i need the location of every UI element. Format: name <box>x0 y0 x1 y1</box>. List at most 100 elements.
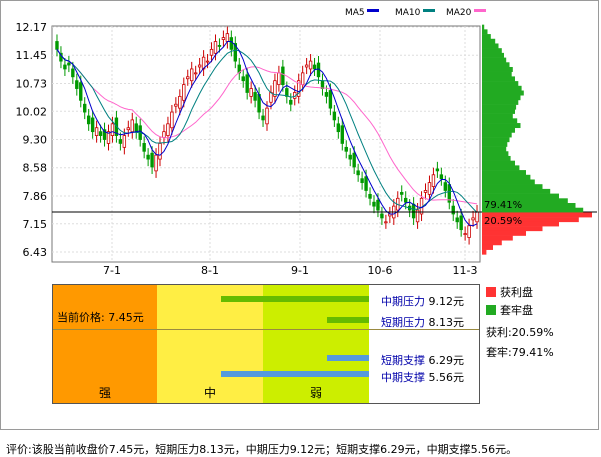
trapped-ratio: 套牢:79.41% <box>486 346 554 359</box>
candle-body <box>197 64 202 68</box>
legend-ma20: MA20 <box>446 8 472 18</box>
candle-body <box>130 119 134 133</box>
candle-body <box>356 170 360 176</box>
candle-body <box>142 143 146 152</box>
y-tick-label: 10.02 <box>16 105 48 118</box>
candle-body <box>308 60 313 70</box>
candle-body <box>455 217 459 223</box>
chip-bar <box>482 141 508 147</box>
evaluation-caption: 评价:该股当前收盘价7.45元，短期压力8.13元，中期压力9.12元；短期支撑… <box>6 443 518 456</box>
chip-bar <box>482 38 496 44</box>
chip-trapped-ratio: 20.59% <box>484 216 522 227</box>
legend-ma5: MA5 <box>345 8 365 18</box>
mid-resistance-value: 9.12元 <box>428 295 465 308</box>
mid-support-value: 5.56元 <box>428 371 465 384</box>
candle-body <box>372 201 376 207</box>
zone-medium: 中 <box>157 285 263 403</box>
candle-body <box>269 92 273 103</box>
candle-body <box>451 205 455 215</box>
y-tick-label: 11.45 <box>16 49 48 62</box>
legend-swatch-ma20 <box>474 9 486 12</box>
candle-body <box>332 111 337 121</box>
candle-body <box>411 203 416 219</box>
grid-lines <box>52 26 480 262</box>
candle-body <box>336 123 341 133</box>
candle-body <box>146 154 150 160</box>
chip-bar <box>482 184 543 190</box>
candle-body <box>384 221 388 224</box>
candle-body <box>324 92 329 97</box>
candle-body <box>225 33 230 42</box>
chip-bar <box>482 99 519 105</box>
mid-support-name: 中期支撑 <box>381 371 425 384</box>
candle-body <box>320 80 325 89</box>
chip-bar <box>482 123 521 129</box>
chip-bar <box>482 170 526 176</box>
candle-body <box>328 90 333 109</box>
current-price-value: 7.45元 <box>108 311 144 324</box>
chip-profit-ratio: 79.41% <box>484 200 522 211</box>
chip-bar <box>482 151 509 157</box>
chip-bar <box>482 108 515 114</box>
chip-bar <box>482 71 512 77</box>
y-tick-label: 7.15 <box>23 218 48 231</box>
short-resistance: 短期压力 8.13元 <box>381 314 464 330</box>
short-resistance-bar <box>327 317 369 323</box>
candle-body <box>249 88 253 97</box>
candle-body <box>229 37 234 50</box>
candle-body <box>368 193 372 199</box>
chip-bar <box>482 113 513 119</box>
candle-body <box>221 37 226 40</box>
y-tick-label: 12.17 <box>16 21 48 34</box>
candle-body <box>439 174 444 180</box>
candle-body <box>423 190 428 193</box>
support-resistance-panel: 强 中 弱 当前价格: 7.45元 中期压力 9.12元 短期压力 8.13元 … <box>52 284 480 404</box>
zone-weak: 弱 <box>263 285 369 403</box>
chip-bar <box>482 104 517 110</box>
candle-body <box>205 60 210 63</box>
candle-body <box>158 143 162 160</box>
chip-bar <box>482 24 485 30</box>
candle-body <box>289 99 293 105</box>
candle-body <box>166 123 170 136</box>
zone-medium-label: 中 <box>203 386 216 400</box>
x-tick-label: 10-6 <box>368 264 393 277</box>
candle-body <box>162 131 166 138</box>
candle-body <box>340 125 344 144</box>
candle-body <box>348 154 352 160</box>
candle-body <box>55 41 59 50</box>
mid-resistance-bar <box>221 296 369 302</box>
chip-bar <box>482 137 510 143</box>
chip-distribution: 79.41% 20.59% <box>482 24 592 255</box>
candle-body <box>253 92 257 101</box>
candle-body <box>261 115 265 121</box>
candle-body <box>463 233 467 235</box>
chip-bar <box>482 118 518 124</box>
legend-swatch-ma5 <box>367 9 379 12</box>
candle-body <box>86 115 91 125</box>
candle-body <box>344 146 348 152</box>
y-axis-ticks: 12.17 11.45 10.73 10.02 9.30 8.58 7.86 7.15 6.43 <box>16 21 48 259</box>
chip-bar <box>482 155 511 161</box>
mid-resistance: 中期压力 9.12元 <box>381 293 464 309</box>
chip-bar <box>482 127 515 133</box>
y-tick-label: 8.58 <box>23 162 48 175</box>
zone-weak-label: 弱 <box>309 386 322 400</box>
chip-bar <box>482 174 531 180</box>
chip-bar <box>482 249 487 255</box>
mid-resistance-name: 中期压力 <box>381 295 425 308</box>
current-price-label: 当前价格: <box>57 311 105 324</box>
chip-bar <box>482 146 507 152</box>
candle-body <box>182 84 186 101</box>
candle-body <box>186 76 190 80</box>
short-resistance-value: 8.13元 <box>428 316 465 329</box>
trapped-swatch <box>486 305 496 315</box>
chip-bar <box>482 62 510 68</box>
y-tick-label: 6.43 <box>23 246 48 259</box>
chip-bar <box>482 76 515 82</box>
legend-swatch-ma10 <box>423 9 435 12</box>
ma10-line <box>56 49 478 213</box>
candle-body <box>400 192 404 195</box>
chip-bar <box>482 95 521 101</box>
x-tick-label: 7-1 <box>103 264 121 277</box>
